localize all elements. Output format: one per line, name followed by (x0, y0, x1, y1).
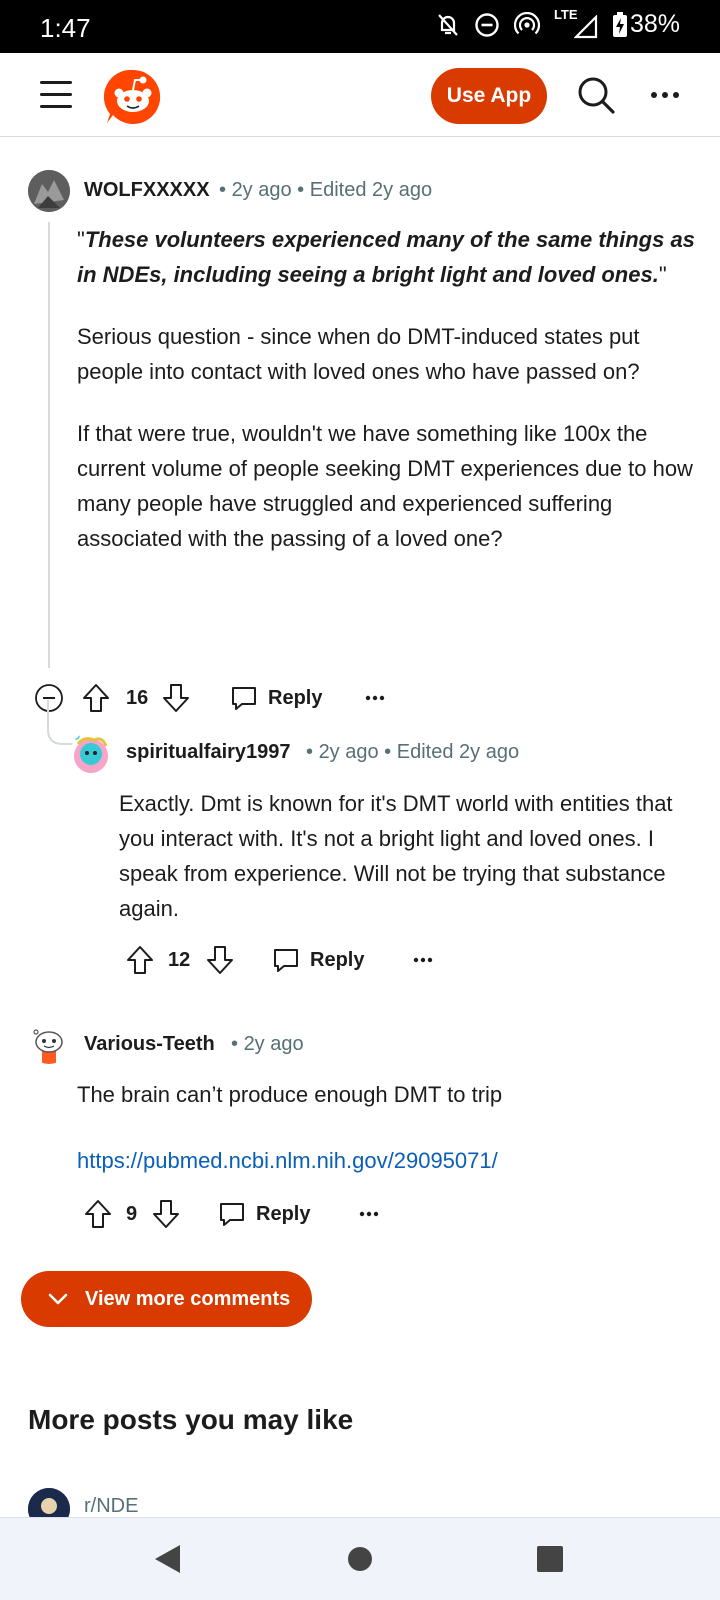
comment-quote: "These volunteers experienced many of th… (77, 227, 695, 287)
comment-time: 2y ago (243, 1033, 304, 1055)
comment-author[interactable]: Various-Teeth (84, 1033, 215, 1056)
app-header: Use App (0, 53, 720, 137)
comment-actions: 9 Reply (84, 1194, 404, 1234)
search-icon[interactable] (576, 75, 616, 115)
comment-body: The brain can’t produce enough DMT to tr… (77, 1077, 697, 1205)
downvote-icon[interactable] (152, 1194, 180, 1234)
back-icon[interactable] (152, 1543, 182, 1575)
comment-author[interactable]: spiritualfairy1997 (126, 741, 291, 764)
reddit-logo-icon[interactable] (104, 68, 162, 126)
comment-more-icon[interactable] (358, 1194, 380, 1234)
comment-time: 2y ago (318, 741, 379, 763)
mute-notifications-icon (438, 13, 458, 36)
reply-label: Reply (268, 686, 323, 709)
upvote-icon[interactable] (82, 678, 110, 718)
comment-more-icon[interactable] (412, 940, 434, 980)
comment-author[interactable]: WOLFXXXXX (84, 179, 210, 202)
reply-label: Reply (310, 948, 365, 971)
more-posts-title: More posts you may like (28, 1404, 354, 1435)
comment-body: "These volunteers experienced many of th… (77, 222, 697, 583)
comment-actions: 12 Reply (126, 940, 446, 980)
thread-line[interactable] (48, 222, 50, 668)
battery-percent: 38% (629, 10, 680, 38)
reply-button[interactable]: Reply (230, 678, 322, 718)
avatar[interactable] (28, 1022, 70, 1064)
comment-meta: • 2y ago (231, 1033, 304, 1055)
reply-button[interactable]: Reply (218, 1194, 310, 1234)
comment-more-icon[interactable] (364, 678, 386, 718)
use-app-button[interactable]: Use App (431, 68, 547, 124)
avatar[interactable] (28, 170, 70, 212)
comment-paragraph: The brain can’t produce enough DMT to tr… (77, 1082, 503, 1107)
reply-icon (232, 687, 256, 710)
home-icon[interactable] (347, 1546, 373, 1572)
comment-time: 2y ago (231, 179, 292, 201)
comment-paragraph: Exactly. Dmt is known for it's DMT world… (119, 791, 673, 921)
status-icons: LTE 38% (436, 7, 680, 39)
menu-icon[interactable] (40, 81, 72, 109)
comment-link[interactable]: https://pubmed.ncbi.nlm.nih.gov/29095071… (77, 1148, 498, 1173)
battery-charging-icon (612, 11, 627, 37)
reply-icon (220, 1203, 244, 1226)
more-icon[interactable] (648, 83, 682, 107)
comment-actions: 16 Reply (34, 678, 414, 718)
upvote-icon[interactable] (126, 940, 154, 980)
fairy-avatar-icon (72, 732, 108, 773)
status-time: 1:47 (40, 13, 91, 43)
subreddit-name[interactable]: r/NDE (84, 1495, 138, 1518)
system-nav-bar (0, 1517, 720, 1600)
reply-label: Reply (256, 1202, 311, 1225)
thread-connector (47, 700, 77, 745)
comment-meta: • 2y ago • Edited 2y ago (219, 179, 433, 201)
reply-icon (274, 949, 298, 972)
view-more-comments-button[interactable]: View more comments (21, 1271, 312, 1327)
snoo-avatar-icon (33, 1029, 63, 1064)
signal-icon: LTE (554, 7, 598, 39)
avatar[interactable] (70, 732, 112, 774)
vote-count: 12 (168, 948, 191, 971)
comment-edited: Edited 2y ago (396, 741, 520, 763)
vote-count: 16 (126, 686, 149, 709)
view-more-label: View more comments (85, 1287, 291, 1310)
dnd-icon (475, 12, 499, 37)
comment-meta: • 2y ago • Edited 2y ago (306, 741, 520, 763)
quote-text: These volunteers experienced many of the… (77, 227, 695, 287)
comment-edited: Edited 2y ago (309, 179, 433, 201)
battery-indicator: 38% (612, 10, 680, 39)
upvote-icon[interactable] (84, 1194, 112, 1234)
comment-paragraph: Serious question - since when do DMT-ind… (77, 324, 640, 384)
hotspot-icon (513, 11, 540, 34)
status-bar: 1:47 LTE 38% (0, 0, 720, 53)
comment-paragraph: If that were true, wouldn't we have some… (77, 421, 693, 551)
comment-body: Exactly. Dmt is known for it's DMT world… (119, 786, 699, 953)
recents-icon[interactable] (537, 1546, 563, 1572)
downvote-icon[interactable] (206, 940, 234, 980)
downvote-icon[interactable] (162, 678, 190, 718)
reply-button[interactable]: Reply (272, 940, 364, 980)
chevron-down-icon (48, 1293, 68, 1305)
wolf-avatar-icon (28, 170, 70, 212)
vote-count: 9 (126, 1202, 138, 1225)
